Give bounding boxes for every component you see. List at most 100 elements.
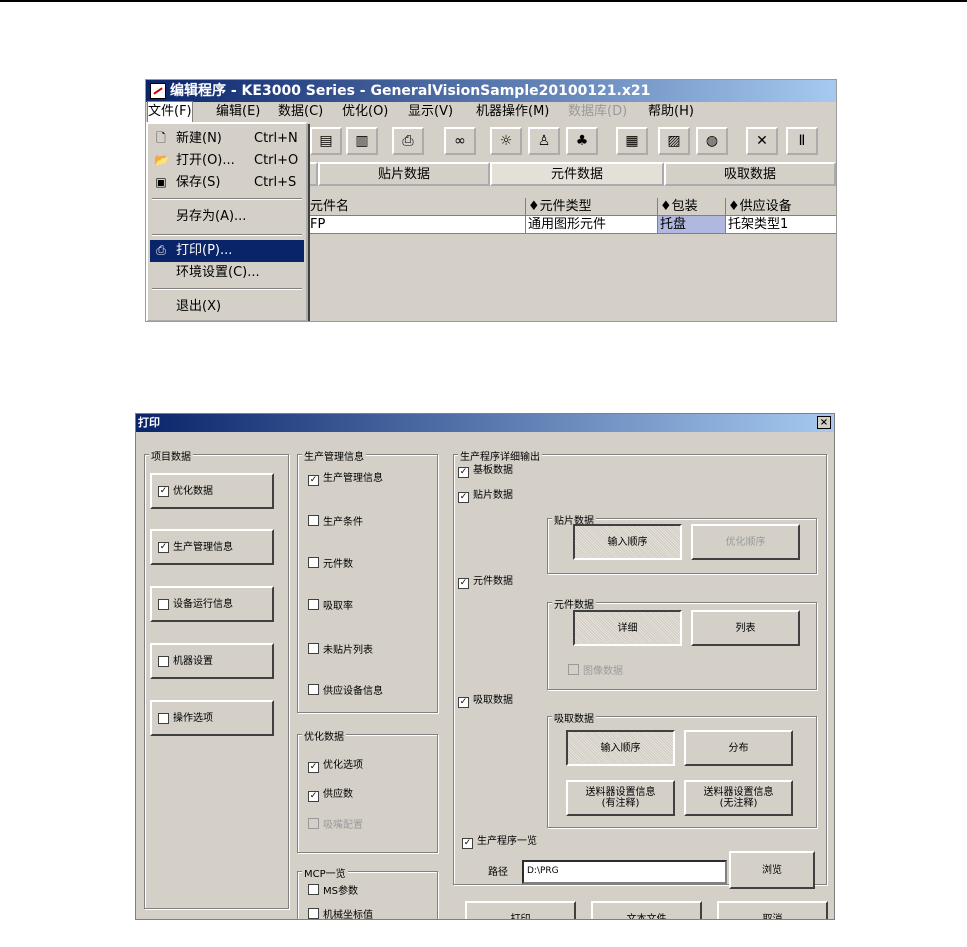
- menu-separator: [152, 234, 302, 236]
- menu-item-open[interactable]: 📂 打开(O)... Ctrl+O: [150, 150, 304, 172]
- col-header-name[interactable]: 元件名: [308, 198, 526, 216]
- group-item-data: 项目数据: [144, 448, 289, 909]
- component-detail-button[interactable]: 详细: [573, 610, 682, 646]
- checkbox-unchecked[interactable]: [158, 655, 169, 667]
- menu-machine[interactable]: 机器操作(M): [476, 102, 549, 122]
- grid-icon[interactable]: ▦: [616, 127, 648, 155]
- new-file-icon: 🗋: [156, 131, 166, 145]
- pick-distribution-button[interactable]: 分布: [684, 730, 793, 766]
- paste-icon[interactable]: ▥: [346, 127, 378, 155]
- editor-title-bar: 编辑程序 - KE3000 Series - GeneralVisionSamp…: [146, 80, 836, 102]
- tab-filler: [308, 162, 318, 186]
- tab-placement-data[interactable]: 贴片数据: [318, 162, 490, 186]
- item-button-machine-run[interactable]: 设备运行信息: [150, 586, 274, 622]
- editor-window: 编辑程序 - KE3000 Series - GeneralVisionSamp…: [145, 79, 837, 322]
- check-ms-params[interactable]: MS参数: [308, 884, 358, 898]
- bulb-icon[interactable]: ☼: [490, 127, 522, 155]
- component-list-button[interactable]: 列表: [691, 610, 800, 646]
- check-feeder-info[interactable]: 供应设备信息: [308, 684, 383, 698]
- menu-bar: 文件(F) 编辑(E) 数据(C) 优化(O) 显示(V) 机器操作(M) 数据…: [146, 101, 836, 123]
- menu-item-environment[interactable]: 环境设置(C)...: [150, 262, 304, 284]
- col-header-package[interactable]: ♦包装: [658, 198, 726, 216]
- placement-optimize-order-button[interactable]: 优化顺序: [691, 524, 800, 560]
- check-production-info[interactable]: ✓ 生产管理信息: [308, 473, 383, 486]
- menu-separator: [152, 198, 302, 200]
- i-icon[interactable]: Ⅱ: [786, 127, 818, 155]
- checkbox-unchecked[interactable]: [158, 598, 169, 610]
- group-production-info: 生产管理信息: [297, 448, 438, 713]
- item-button-machine-settings[interactable]: 机器设置: [150, 643, 274, 679]
- col-header-type[interactable]: ♦元件类型: [526, 198, 658, 216]
- file-menu-dropdown: 🗋 新建(N) Ctrl+N 📂 打开(O)... Ctrl+O ▣ 保存(S)…: [146, 122, 308, 321]
- check-supply-count[interactable]: ✓ 供应数: [308, 789, 353, 802]
- open-folder-icon: 📂: [154, 153, 169, 167]
- menu-optimize[interactable]: 优化(O): [342, 102, 388, 122]
- check-basic-data[interactable]: ✓ 基板数据: [458, 465, 513, 478]
- editor-title: 编辑程序 - KE3000 Series - GeneralVisionSamp…: [170, 83, 651, 99]
- cell-feeder[interactable]: 托架类型1: [726, 216, 836, 234]
- menu-separator: [152, 288, 302, 290]
- print-icon: ⎙: [156, 243, 166, 257]
- pick-input-order-button[interactable]: 输入顺序: [566, 730, 675, 766]
- copy-icon[interactable]: ▤: [310, 127, 342, 155]
- item-button-production[interactable]: ✓ 生产管理信息: [150, 529, 274, 565]
- close-icon[interactable]: ×: [817, 416, 831, 429]
- path-label: 路径: [488, 867, 508, 878]
- x-axis-icon[interactable]: ✕: [746, 127, 778, 155]
- check-machine-coords[interactable]: 机械坐标值: [308, 908, 373, 919]
- col-header-feeder[interactable]: ♦供应设备: [726, 198, 836, 216]
- menu-file[interactable]: 文件(F): [147, 101, 193, 123]
- menu-item-save[interactable]: ▣ 保存(S) Ctrl+S: [150, 172, 304, 194]
- check-unplaced-list[interactable]: 未贴片列表: [308, 643, 373, 657]
- menu-data[interactable]: 数据(C): [278, 102, 323, 122]
- check-image-data[interactable]: 图像数据: [568, 664, 623, 678]
- menu-database[interactable]: 数据库(D): [568, 102, 627, 122]
- menu-item-print[interactable]: ⎙ 打印(P)...: [150, 240, 304, 262]
- tab-component-data[interactable]: 元件数据: [490, 162, 664, 186]
- page-top-rule: [0, 0, 967, 2]
- menu-view[interactable]: 显示(V): [408, 102, 453, 122]
- cell-type[interactable]: 通用图形元件: [526, 216, 658, 234]
- cell-package[interactable]: 托盘: [658, 216, 726, 234]
- print-icon[interactable]: ⎙: [392, 127, 424, 155]
- nozzle-icon[interactable]: ♣: [566, 127, 598, 155]
- item-button-options[interactable]: 操作选项: [150, 700, 274, 736]
- check-component-count[interactable]: 元件数: [308, 557, 353, 571]
- cancel-button[interactable]: 取消: [717, 901, 828, 919]
- checkbox-unchecked[interactable]: [158, 712, 169, 724]
- save-icon: ▣: [155, 175, 167, 189]
- feeder-icon[interactable]: ♙: [528, 127, 560, 155]
- app-edit-icon: [150, 83, 166, 99]
- check-program-list[interactable]: ✓ 生产程序一览: [462, 836, 537, 849]
- browse-button[interactable]: 浏览: [729, 851, 815, 889]
- feeder-settings-with-notes-button[interactable]: 送料器设置信息 (有注释): [566, 780, 675, 816]
- menu-edit[interactable]: 编辑(E): [216, 102, 260, 122]
- menu-item-exit[interactable]: 退出(X): [150, 296, 304, 318]
- text-file-button[interactable]: 文本文件: [591, 901, 702, 919]
- check-production-conditions[interactable]: 生产条件: [308, 515, 363, 529]
- dialog-title: 打印: [138, 416, 160, 429]
- placement-input-order-button[interactable]: 输入顺序: [573, 524, 682, 560]
- cell-name[interactable]: FP: [308, 216, 526, 234]
- tab-pick-data[interactable]: 吸取数据: [664, 162, 836, 186]
- path-input[interactable]: D:\PRG: [522, 860, 727, 884]
- check-optimize-options[interactable]: ✓ 优化选项: [308, 760, 363, 773]
- item-button-optimize[interactable]: ✓ 优化数据: [150, 473, 274, 509]
- print-button[interactable]: 打印: [465, 901, 576, 919]
- menu-help[interactable]: 帮助(H): [648, 102, 694, 122]
- check-pick-data[interactable]: ✓ 吸取数据: [458, 695, 513, 708]
- check-nozzle-config[interactable]: 吸嘴配置: [308, 818, 363, 832]
- feeder-settings-no-notes-button[interactable]: 送料器设置信息 (无注释): [684, 780, 793, 816]
- print-dialog: 打印 × 项目数据 ✓ 优化数据 ✓ 生产管理信息 设备运行信息 机器设置 操作选项…: [135, 413, 835, 920]
- check-placement-data[interactable]: ✓ 贴片数据: [458, 490, 513, 503]
- tray-icon[interactable]: ▨: [658, 127, 690, 155]
- dialog-title-bar: 打印: [136, 414, 834, 432]
- menu-item-new[interactable]: 🗋 新建(N) Ctrl+N: [150, 128, 304, 150]
- check-pick-rate[interactable]: 吸取率: [308, 599, 353, 613]
- disk-icon[interactable]: ◍: [696, 127, 728, 155]
- checkbox-checked[interactable]: ✓: [158, 485, 169, 497]
- checkbox-checked[interactable]: ✓: [158, 541, 169, 553]
- menu-item-save-as[interactable]: 另存为(A)...: [150, 206, 304, 228]
- binoculars-icon[interactable]: ∞: [444, 127, 476, 155]
- check-component-data[interactable]: ✓ 元件数据: [458, 576, 513, 589]
